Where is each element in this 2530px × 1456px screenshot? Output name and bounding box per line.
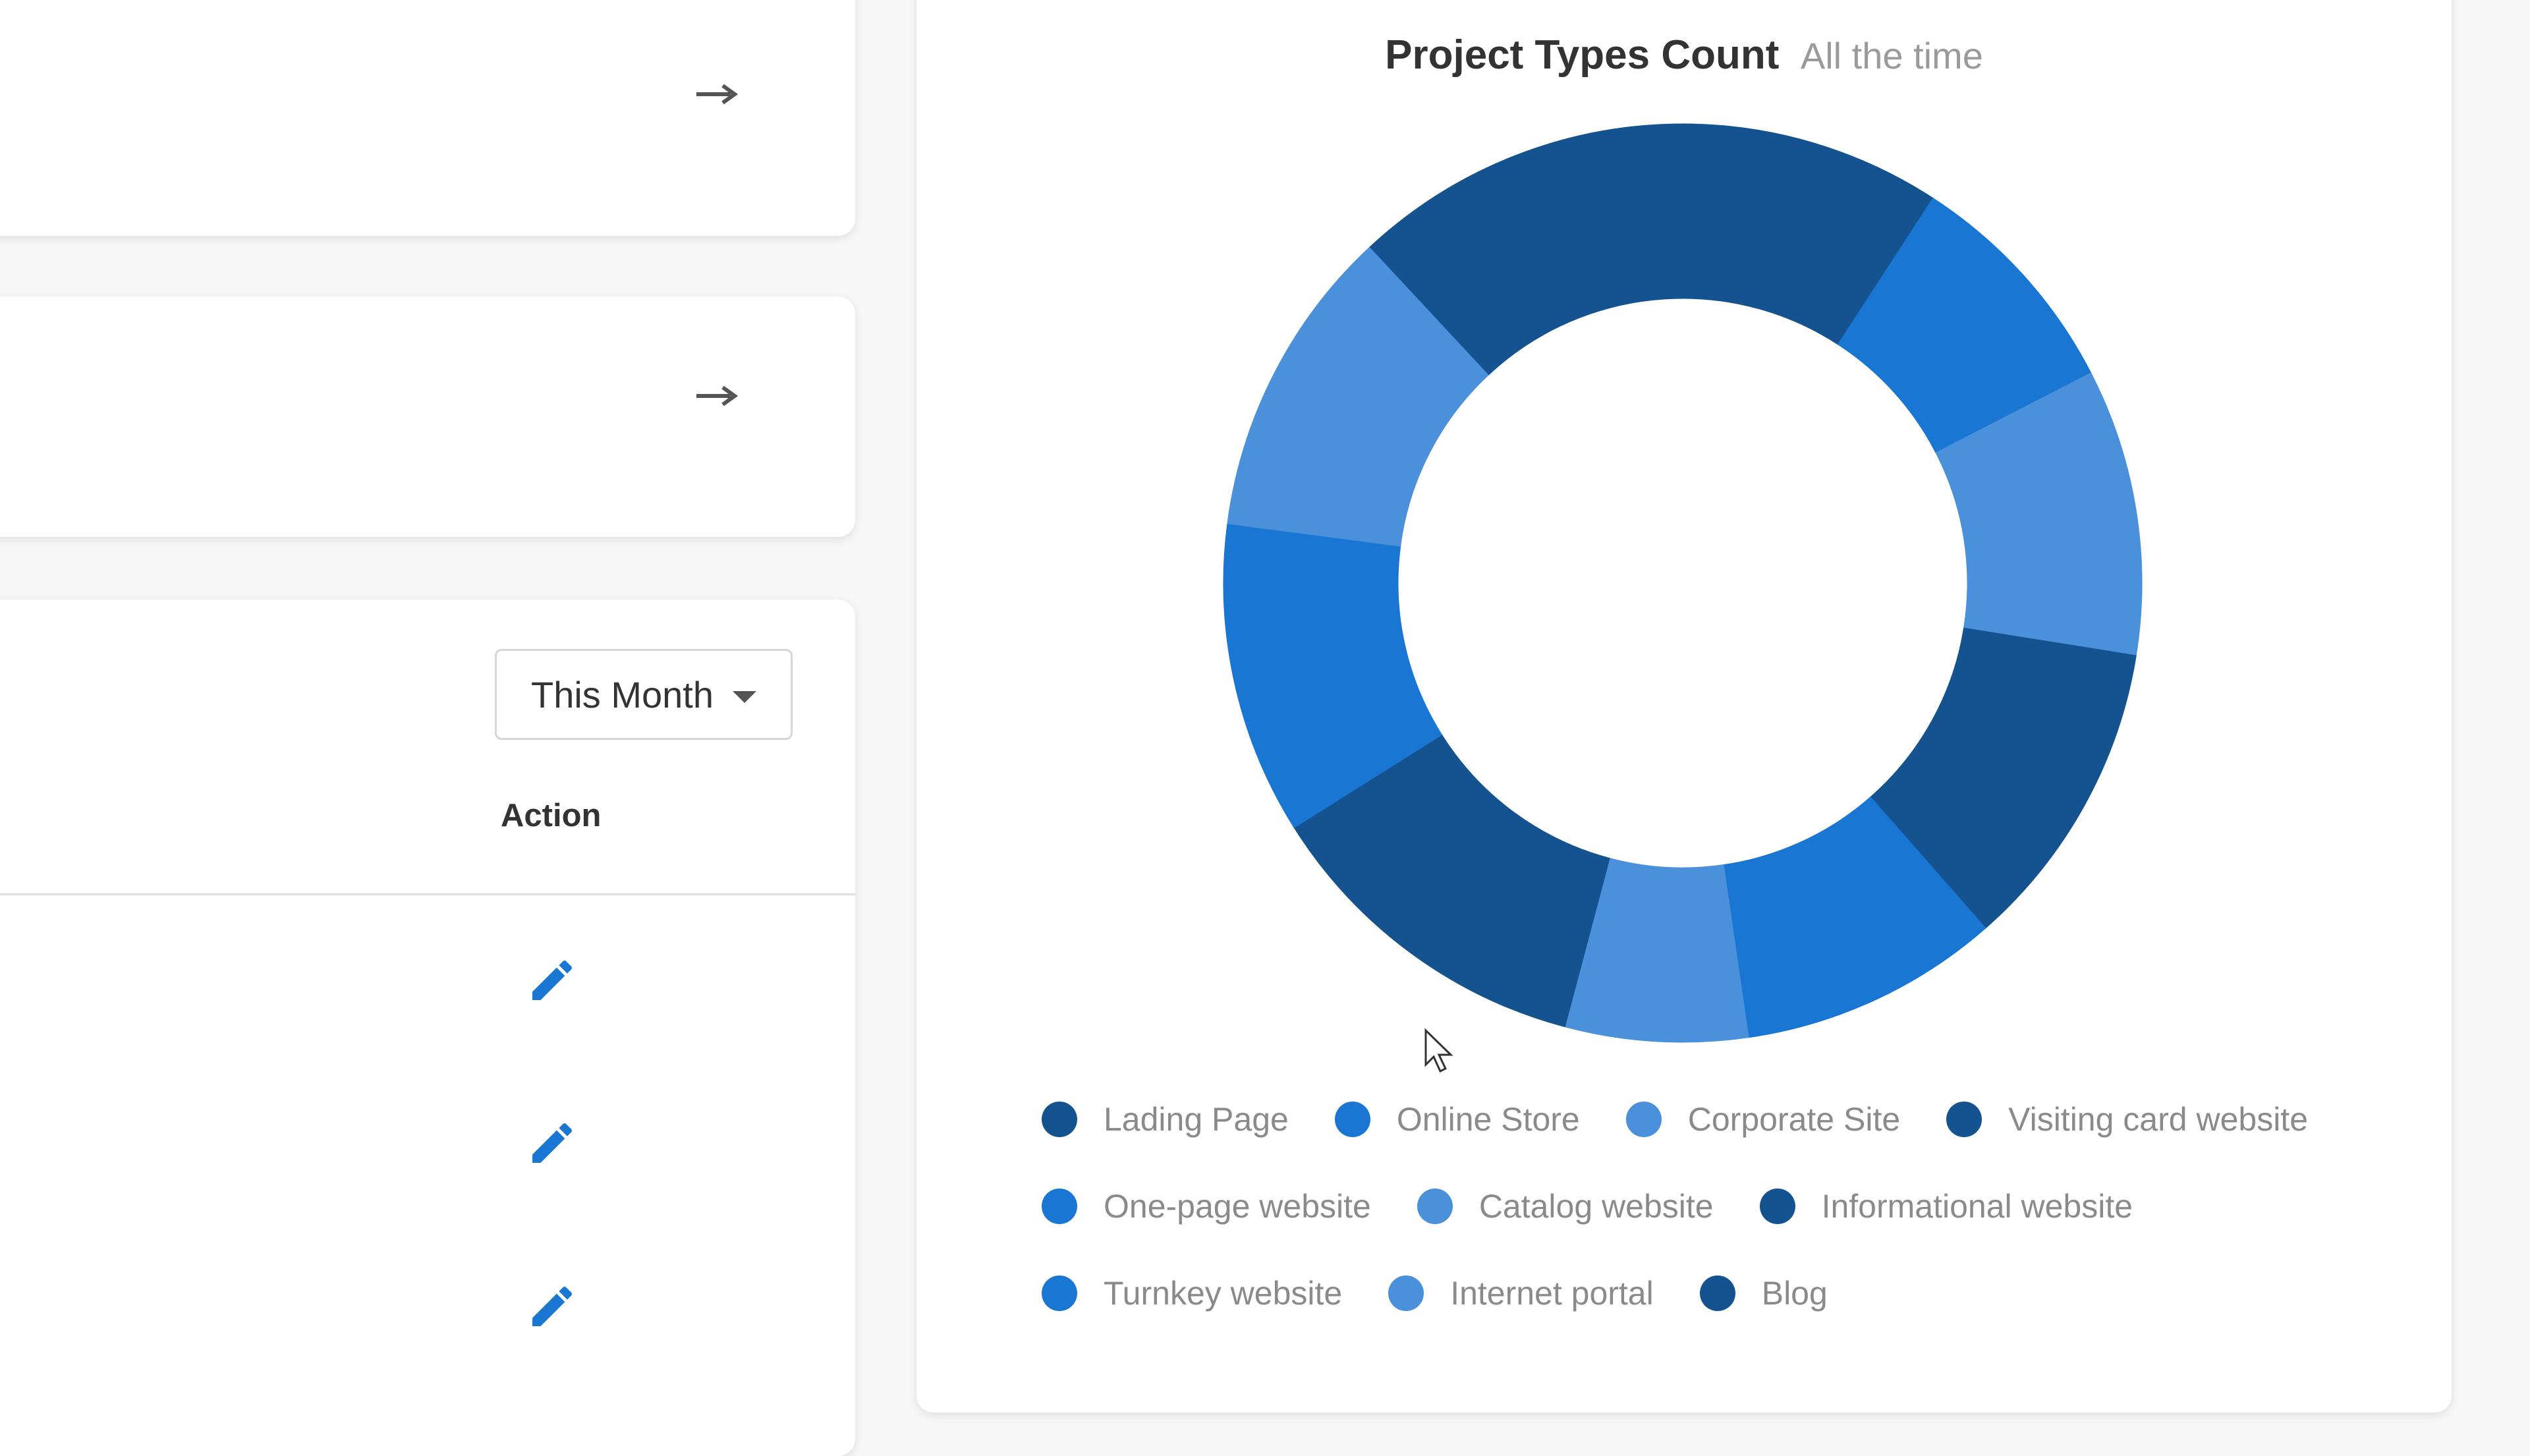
legend-label: Turnkey website xyxy=(1104,1275,1343,1312)
legend-item[interactable]: Informational website xyxy=(1759,1187,2133,1225)
legend-label: Online Store xyxy=(1396,1101,1580,1138)
action-column-header: Action xyxy=(501,798,602,833)
legend-dot-icon xyxy=(1042,1102,1077,1137)
legend-dot-icon xyxy=(1417,1189,1453,1224)
edit-icon[interactable] xyxy=(526,954,578,1007)
legend-row: Lading Page Online Store Corporate Site Vis… xyxy=(1042,1100,2354,1146)
legend-dot-icon xyxy=(1388,1275,1424,1311)
projects-table-card: This Month Action xyxy=(0,600,855,1456)
edit-icon[interactable] xyxy=(526,1280,578,1333)
legend-label: Visiting card website xyxy=(2008,1101,2308,1138)
table-header-divider xyxy=(0,893,855,895)
legend-dot-icon xyxy=(1759,1189,1795,1224)
legend-item[interactable]: Turnkey website xyxy=(1042,1274,1342,1312)
legend-item[interactable]: Online Store xyxy=(1334,1100,1580,1138)
legend-label: Catalog website xyxy=(1478,1188,1714,1225)
legend-row: One-page website Catalog website Informati… xyxy=(1042,1187,2179,1233)
summary-card-2 xyxy=(0,296,855,537)
legend-item[interactable]: Blog xyxy=(1699,1274,1828,1312)
legend-item[interactable]: Visiting card website xyxy=(1946,1100,2308,1138)
legend-label: Informational website xyxy=(1821,1188,2133,1225)
project-types-chart-card: Project Types Count All the time Lading … xyxy=(916,0,2452,1413)
mouse-cursor-icon xyxy=(1424,1028,1453,1073)
arrow-right-icon[interactable] xyxy=(694,78,739,111)
legend-label: One-page website xyxy=(1104,1188,1371,1225)
period-select-value: This Month xyxy=(531,673,714,715)
legend-dot-icon xyxy=(1699,1275,1735,1311)
summary-card-1 xyxy=(0,0,855,236)
period-select[interactable]: This Month xyxy=(495,649,793,740)
legend-item[interactable]: Catalog website xyxy=(1417,1187,1714,1225)
legend-item[interactable]: Internet portal xyxy=(1388,1274,1654,1312)
chevron-down-icon xyxy=(733,691,756,703)
legend-dot-icon xyxy=(1042,1275,1077,1311)
legend-label: Blog xyxy=(1761,1275,1828,1312)
legend-label: Lading Page xyxy=(1104,1101,1289,1138)
legend-label: Internet portal xyxy=(1450,1275,1654,1312)
legend-label: Corporate Site xyxy=(1687,1101,1901,1138)
legend-dot-icon xyxy=(1625,1102,1662,1137)
legend-item[interactable]: Lading Page xyxy=(1042,1100,1289,1138)
legend-dot-icon xyxy=(1946,1102,1982,1137)
edit-icon[interactable] xyxy=(526,1117,578,1169)
legend-dot-icon xyxy=(1042,1189,1077,1224)
legend-item[interactable]: One-page website xyxy=(1042,1187,1371,1225)
legend-item[interactable]: Corporate Site xyxy=(1625,1100,1901,1138)
legend-dot-icon xyxy=(1334,1102,1370,1137)
arrow-right-icon[interactable] xyxy=(694,379,739,412)
legend-row: Turnkey website Internet portal Blog xyxy=(1042,1274,1874,1320)
